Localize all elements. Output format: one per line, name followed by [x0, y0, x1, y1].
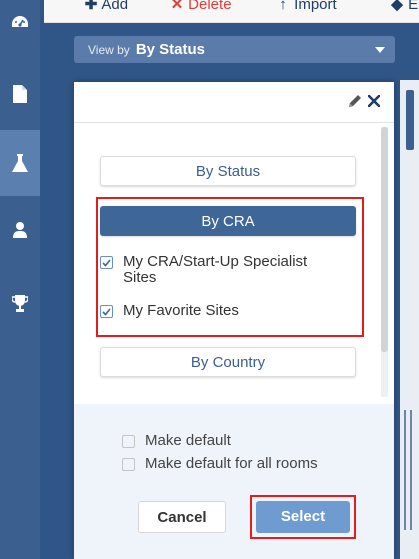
make-default-all-label: Make default for all rooms — [145, 455, 318, 472]
view-by-prefix: View by — [88, 42, 130, 57]
import-arrow-icon: ↑ — [279, 0, 287, 13]
more-label: E — [408, 0, 419, 13]
scrollbar-thumb[interactable] — [381, 127, 388, 352]
make-default-all-row[interactable]: Make default for all rooms — [122, 456, 318, 472]
nav-documents[interactable] — [0, 64, 40, 124]
flask-icon — [12, 154, 28, 172]
dialog-header — [74, 82, 394, 123]
view-by-dropdown[interactable]: View by By Status — [74, 36, 395, 63]
user-icon — [13, 222, 27, 238]
divider-line — [404, 410, 406, 530]
panel-scrollbar[interactable] — [406, 90, 414, 150]
import-label: Import — [294, 0, 337, 13]
nav-sites[interactable] — [0, 130, 40, 196]
caret-down-icon — [375, 47, 385, 53]
add-button[interactable]: ✚ Add — [84, 0, 128, 15]
diamond-icon: ◆ — [391, 0, 403, 13]
delete-x-icon: ✕ — [170, 0, 184, 13]
favorite-sites-label: My Favorite Sites — [123, 302, 239, 319]
make-default-label: Make default — [145, 432, 231, 449]
view-by-dialog: By Status By CRA My CRA/Start-Up Special… — [74, 82, 394, 559]
nav-achievements[interactable] — [0, 274, 40, 334]
cancel-button[interactable]: Cancel — [138, 501, 226, 533]
more-button[interactable]: ◆ E — [390, 0, 418, 15]
by-status-option[interactable]: By Status — [100, 156, 356, 186]
select-button[interactable]: Select — [256, 501, 350, 533]
favorite-sites-checkbox-row[interactable]: My Favorite Sites — [100, 303, 239, 319]
dialog-footer: Make default Make default for all rooms … — [74, 404, 394, 559]
delete-button[interactable]: ✕ Delete — [170, 0, 232, 15]
checkbox-make-default[interactable] — [122, 435, 135, 448]
nav-dashboard[interactable] — [0, 0, 40, 44]
divider-line — [410, 410, 412, 530]
dashboard-icon — [10, 14, 30, 30]
cra-sites-checkbox-row[interactable]: My CRA/Start-Up Specialist Sites — [100, 254, 333, 286]
checkbox-make-default-all[interactable] — [122, 458, 135, 471]
delete-label: Delete — [188, 0, 232, 13]
import-button[interactable]: ↑ Import — [276, 0, 337, 15]
close-icon[interactable] — [367, 94, 381, 113]
cra-sites-label: My CRA/Start-Up Specialist Sites — [123, 253, 308, 286]
by-country-option[interactable]: By Country — [100, 347, 356, 377]
trophy-icon — [12, 295, 28, 313]
left-nav-rail — [0, 0, 40, 559]
by-cra-option[interactable]: By CRA — [100, 206, 356, 236]
check-icon — [102, 307, 111, 316]
plus-icon: ✚ — [84, 0, 98, 13]
nav-users[interactable] — [0, 200, 40, 260]
view-by-value: By Status — [135, 41, 205, 58]
document-icon — [13, 85, 27, 103]
toolbar: ✚ Add ✕ Delete ↑ Import ◆ E — [44, 0, 419, 23]
right-panel-edge — [400, 80, 419, 559]
checkbox-favorite-sites[interactable] — [100, 305, 113, 318]
dialog-scrollbar[interactable] — [381, 127, 388, 397]
check-icon — [102, 258, 111, 267]
add-label: Add — [101, 0, 129, 13]
make-default-row[interactable]: Make default — [122, 433, 231, 449]
checkbox-cra-sites[interactable] — [100, 256, 113, 269]
pencil-icon[interactable] — [348, 94, 362, 113]
